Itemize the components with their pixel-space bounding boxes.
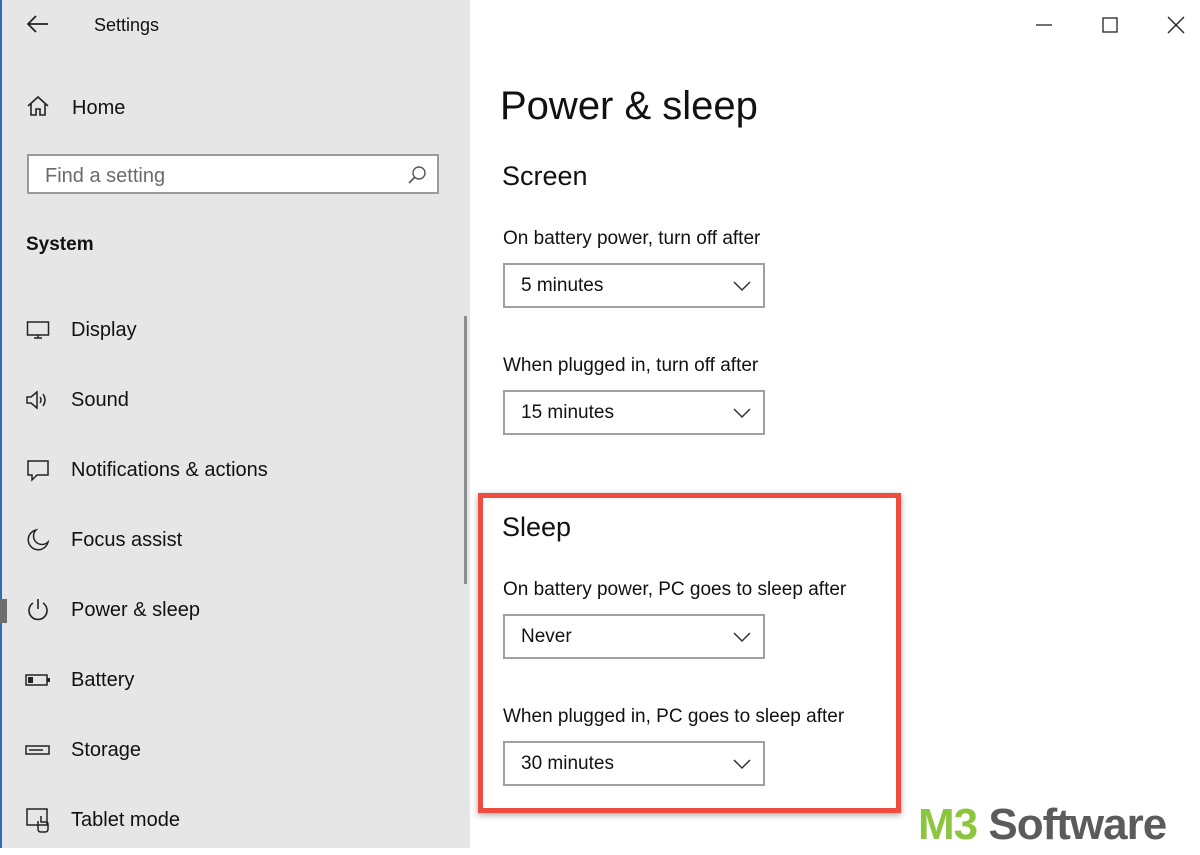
sidebar-item-notifications[interactable]: Notifications & actions xyxy=(2,435,462,505)
search-box[interactable] xyxy=(27,154,439,194)
sidebar: Settings Home System Display Sound xyxy=(0,0,470,848)
sidebar-item-power-sleep[interactable]: Power & sleep xyxy=(0,575,462,645)
battery-icon xyxy=(24,666,52,694)
sidebar-item-tablet-mode[interactable]: Tablet mode xyxy=(2,785,462,855)
monitor-icon xyxy=(24,316,52,344)
sidebar-item-label: Display xyxy=(71,318,137,341)
sidebar-item-label: Power & sleep xyxy=(71,598,200,621)
screen-plugged-label: When plugged in, turn off after xyxy=(503,355,759,376)
sidebar-item-label: Sound xyxy=(71,388,129,411)
notification-icon xyxy=(24,456,52,484)
sidebar-item-sound[interactable]: Sound xyxy=(2,365,462,435)
home-label: Home xyxy=(72,97,126,119)
minimize-icon[interactable] xyxy=(1024,8,1064,42)
back-arrow-icon[interactable] xyxy=(24,10,52,38)
search-icon[interactable] xyxy=(407,165,427,190)
dropdown-value: 5 minutes xyxy=(521,275,604,296)
sidebar-item-label: Notifications & actions xyxy=(71,458,268,481)
sidebar-scrollbar[interactable] xyxy=(464,316,467,584)
sidebar-item-label: Storage xyxy=(71,738,142,761)
home-link[interactable]: Home xyxy=(26,95,125,122)
screen-plugged-dropdown[interactable]: 15 minutes xyxy=(503,390,765,435)
sidebar-item-display[interactable]: Display xyxy=(2,295,462,365)
page-title: Power & sleep xyxy=(500,84,758,128)
tablet-icon xyxy=(24,806,52,834)
highlight-box xyxy=(478,493,901,813)
chevron-down-icon xyxy=(733,279,751,297)
speaker-icon xyxy=(24,386,52,414)
chevron-down-icon xyxy=(733,406,751,424)
watermark-software: Software xyxy=(988,800,1167,849)
sidebar-item-battery[interactable]: Battery xyxy=(2,645,462,715)
sidebar-item-label: Tablet mode xyxy=(71,808,180,831)
home-icon xyxy=(26,95,50,122)
section-heading: System xyxy=(26,234,94,255)
close-icon[interactable] xyxy=(1156,8,1196,42)
app-title: Settings xyxy=(94,15,160,35)
sidebar-item-focus-assist[interactable]: Focus assist xyxy=(2,505,462,575)
watermark-logo: M3 Software xyxy=(918,800,1167,850)
dropdown-value: 15 minutes xyxy=(521,402,614,423)
power-icon xyxy=(24,596,52,624)
screen-heading: Screen xyxy=(502,161,588,191)
sidebar-item-label: Focus assist xyxy=(71,528,183,551)
sidebar-item-storage[interactable]: Storage xyxy=(2,715,462,785)
watermark-m3: M3 xyxy=(918,800,978,849)
maximize-icon[interactable] xyxy=(1090,8,1130,42)
sidebar-nav: Display Sound Notifications & actions Fo… xyxy=(0,295,462,855)
sidebar-item-label: Battery xyxy=(71,668,135,691)
search-input[interactable] xyxy=(43,163,397,189)
moon-icon xyxy=(24,526,52,554)
screen-battery-label: On battery power, turn off after xyxy=(503,228,761,249)
screen-battery-dropdown[interactable]: 5 minutes xyxy=(503,263,765,308)
storage-icon xyxy=(24,736,52,764)
